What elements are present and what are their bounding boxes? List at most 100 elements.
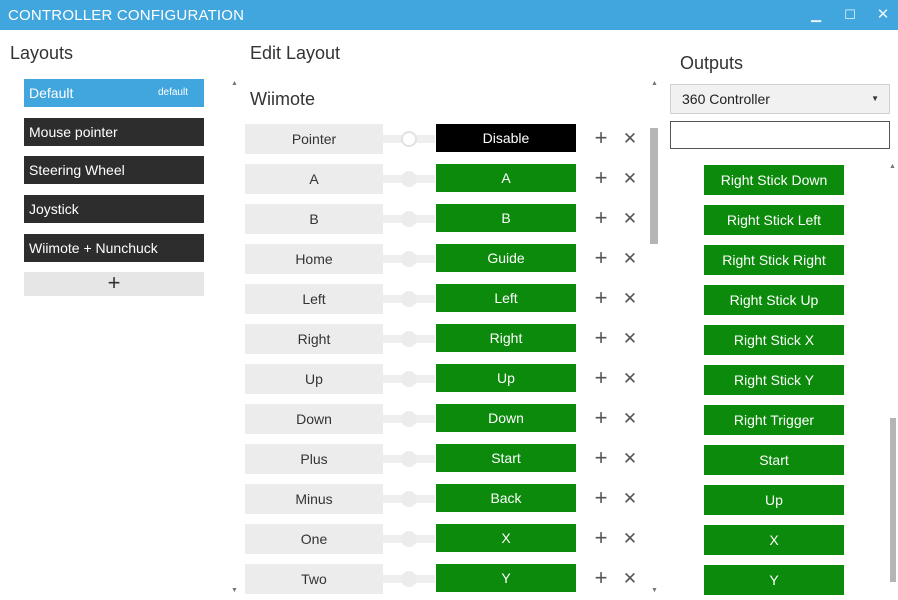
output-button[interactable]: Disable — [436, 124, 576, 152]
mapping-row: Pointer Disable + ✕ — [245, 124, 655, 154]
input-label[interactable]: Two — [245, 564, 383, 594]
layouts-heading: Layouts — [10, 43, 74, 63]
input-label[interactable]: Minus — [245, 484, 383, 514]
plus-icon[interactable]: + — [592, 167, 610, 189]
output-item[interactable]: Right Stick Left — [704, 205, 844, 235]
remove-icon[interactable]: ✕ — [622, 368, 638, 390]
mapping-row: One X + ✕ — [245, 524, 655, 554]
layout-item-label: Steering Wheel — [29, 162, 125, 178]
output-item[interactable]: Up — [704, 485, 844, 515]
plus-icon[interactable]: + — [592, 327, 610, 349]
input-label[interactable]: B — [245, 204, 383, 234]
plus-icon: + — [107, 270, 121, 295]
layout-item-joystick[interactable]: Joystick — [24, 195, 204, 223]
remove-icon[interactable]: ✕ — [622, 528, 638, 550]
plus-icon[interactable]: + — [592, 567, 610, 589]
connector-knob[interactable] — [401, 371, 417, 387]
mapping-row: Minus Back + ✕ — [245, 484, 655, 514]
maximize-icon[interactable]: ☐ — [838, 4, 862, 26]
output-button[interactable]: Guide — [436, 244, 576, 272]
output-item[interactable]: Right Stick Down — [704, 165, 844, 195]
input-label[interactable]: Home — [245, 244, 383, 274]
scroll-up-icon[interactable]: ▲ — [231, 80, 238, 87]
connector-knob[interactable] — [401, 531, 417, 547]
input-label[interactable]: Up — [245, 364, 383, 394]
input-label[interactable]: Pointer — [245, 124, 383, 154]
plus-icon[interactable]: + — [592, 367, 610, 389]
remove-icon[interactable]: ✕ — [622, 208, 638, 230]
add-layout-button[interactable]: + — [24, 272, 204, 296]
layout-item-wiimote-nunchuck[interactable]: Wiimote + Nunchuck — [24, 234, 204, 262]
outputs-scroll-up-icon[interactable]: ▲ — [889, 163, 896, 170]
output-button[interactable]: Right — [436, 324, 576, 352]
input-label[interactable]: Right — [245, 324, 383, 354]
output-button[interactable]: A — [436, 164, 576, 192]
plus-icon[interactable]: + — [592, 527, 610, 549]
input-label[interactable]: Down — [245, 404, 383, 434]
outputs-scrollbar[interactable] — [890, 418, 896, 582]
connector-knob[interactable] — [401, 451, 417, 467]
plus-icon[interactable]: + — [592, 407, 610, 429]
remove-icon[interactable]: ✕ — [622, 328, 638, 350]
layout-item-mouse-pointer[interactable]: Mouse pointer — [24, 118, 204, 146]
layout-item-steering-wheel[interactable]: Steering Wheel — [24, 156, 204, 184]
input-label[interactable]: One — [245, 524, 383, 554]
output-button[interactable]: Down — [436, 404, 576, 432]
remove-icon[interactable]: ✕ — [622, 248, 638, 270]
input-label[interactable]: Plus — [245, 444, 383, 474]
output-item[interactable]: X — [704, 525, 844, 555]
remove-icon[interactable]: ✕ — [622, 128, 638, 150]
plus-icon[interactable]: + — [592, 127, 610, 149]
scroll-down-icon[interactable]: ▼ — [231, 587, 238, 594]
layout-item-label: Mouse pointer — [29, 124, 118, 140]
output-button[interactable]: Left — [436, 284, 576, 312]
output-item[interactable]: Right Stick Y — [704, 365, 844, 395]
input-label[interactable]: A — [245, 164, 383, 194]
plus-icon[interactable]: + — [592, 207, 610, 229]
connector-knob[interactable] — [401, 251, 417, 267]
output-button[interactable]: B — [436, 204, 576, 232]
connector-knob[interactable] — [401, 491, 417, 507]
device-heading: Wiimote — [250, 89, 316, 109]
mapping-row: B B + ✕ — [245, 204, 655, 234]
connector-knob[interactable] — [401, 211, 417, 227]
output-button[interactable]: Start — [436, 444, 576, 472]
remove-icon[interactable]: ✕ — [622, 288, 638, 310]
connector-knob[interactable] — [401, 331, 417, 347]
remove-icon[interactable]: ✕ — [622, 408, 638, 430]
mapping-row: A A + ✕ — [245, 164, 655, 194]
output-button[interactable]: Back — [436, 484, 576, 512]
output-item[interactable]: Start — [704, 445, 844, 475]
connector-knob[interactable] — [401, 131, 417, 147]
minimize-icon[interactable]: ▁ — [804, 4, 828, 26]
output-item[interactable]: Right Stick Right — [704, 245, 844, 275]
remove-icon[interactable]: ✕ — [622, 448, 638, 470]
output-button[interactable]: X — [436, 524, 576, 552]
connector-knob[interactable] — [401, 411, 417, 427]
remove-icon[interactable]: ✕ — [622, 168, 638, 190]
connector-knob[interactable] — [401, 571, 417, 587]
plus-icon[interactable]: + — [592, 447, 610, 469]
output-button[interactable]: Up — [436, 364, 576, 392]
plus-icon[interactable]: + — [592, 487, 610, 509]
output-item[interactable]: Right Stick X — [704, 325, 844, 355]
output-device-select[interactable]: 360 Controller ▼ — [670, 84, 890, 114]
close-icon[interactable]: ✕ — [871, 4, 895, 26]
remove-icon[interactable]: ✕ — [622, 488, 638, 510]
output-button[interactable]: Y — [436, 564, 576, 592]
mapping-scroll-up-icon[interactable]: ▲ — [651, 80, 658, 87]
input-label[interactable]: Left — [245, 284, 383, 314]
output-filter-input[interactable] — [670, 121, 890, 149]
layout-item-default[interactable]: Default default — [24, 79, 204, 107]
remove-icon[interactable]: ✕ — [622, 568, 638, 590]
mapping-row: Right Right + ✕ — [245, 324, 655, 354]
output-item[interactable]: Right Trigger — [704, 405, 844, 435]
mapping-row: Down Down + ✕ — [245, 404, 655, 434]
plus-icon[interactable]: + — [592, 287, 610, 309]
connector-knob[interactable] — [401, 291, 417, 307]
output-item[interactable]: Y — [704, 565, 844, 595]
output-item[interactable]: Right Stick Up — [704, 285, 844, 315]
connector-knob[interactable] — [401, 171, 417, 187]
plus-icon[interactable]: + — [592, 247, 610, 269]
mapping-row: Two Y + ✕ — [245, 564, 655, 594]
